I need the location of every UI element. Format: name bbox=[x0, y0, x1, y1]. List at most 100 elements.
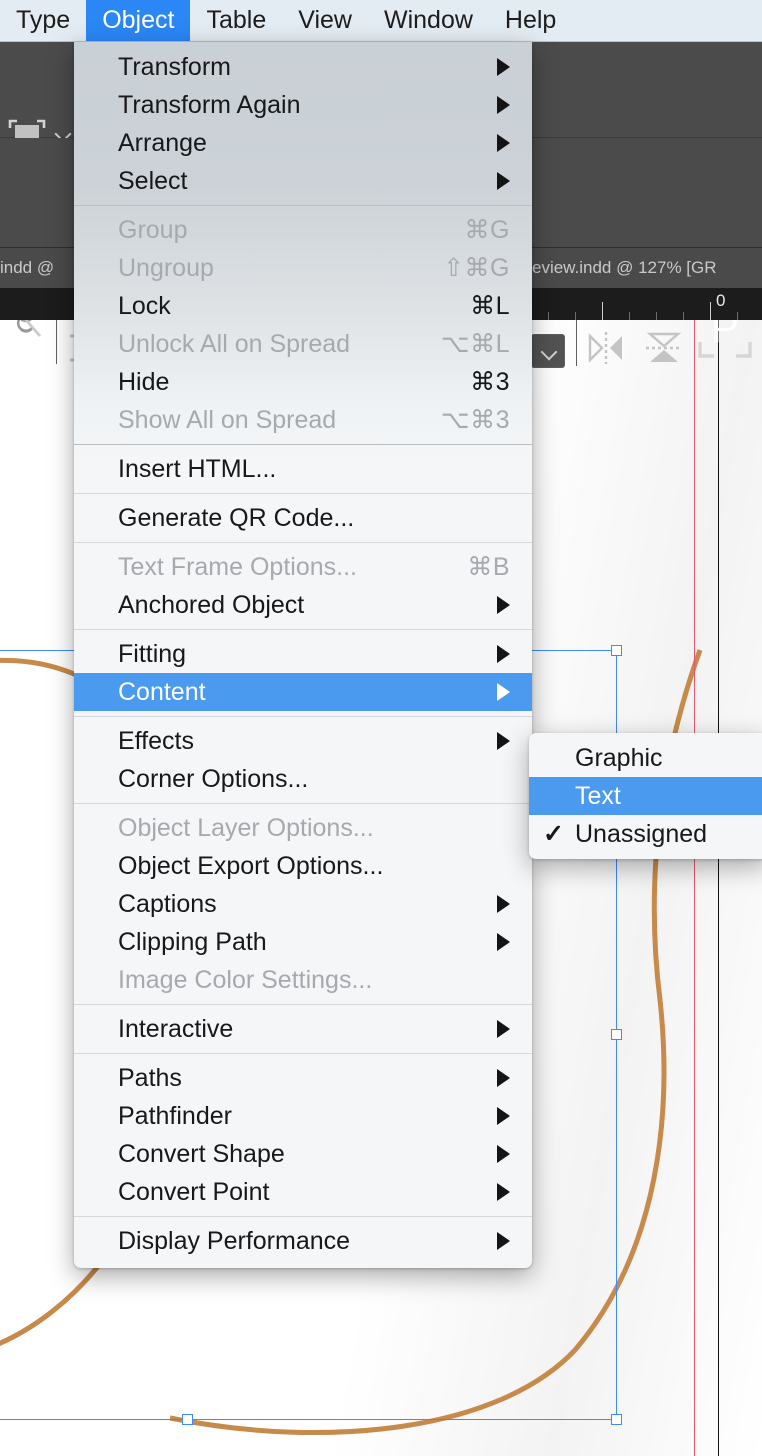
menu-item-group: Group⌘G bbox=[74, 211, 532, 249]
menu-item-label: Ungroup bbox=[118, 254, 214, 283]
submenu-arrow-icon bbox=[497, 596, 510, 614]
menu-item-anchored-object[interactable]: Anchored Object bbox=[74, 586, 532, 624]
menu-item-ungroup: Ungroup ⇧⌘G bbox=[74, 249, 532, 287]
menu-item-label: Pathfinder bbox=[118, 1102, 232, 1131]
menu-separator bbox=[74, 205, 532, 206]
menu-item-label: Select bbox=[118, 167, 187, 196]
menu-item-label: Effects bbox=[118, 727, 194, 756]
menu-item-fitting[interactable]: Fitting bbox=[74, 635, 532, 673]
stroke-style-dropdown[interactable] bbox=[531, 334, 565, 368]
indesign-window: P indd @ eview.indd @ 127% [GR 0 TypeObj… bbox=[0, 0, 762, 1456]
chevron-down-icon bbox=[540, 342, 558, 360]
menubar-item-view[interactable]: View bbox=[282, 0, 368, 41]
menu-item-image-color-settings: Image Color Settings... bbox=[74, 961, 532, 999]
menu-item-label: Transform bbox=[118, 53, 231, 82]
menu-item-select[interactable]: Select bbox=[74, 162, 532, 200]
submenu-item-unassigned[interactable]: ✓Unassigned bbox=[529, 815, 762, 853]
menu-item-object-layer-options: Object Layer Options... bbox=[74, 809, 532, 847]
menu-item-paths[interactable]: Paths bbox=[74, 1059, 532, 1097]
menu-item-label: Paths bbox=[118, 1064, 182, 1093]
menu-item-display-performance[interactable]: Display Performance bbox=[74, 1222, 532, 1260]
menubar-item-type[interactable]: Type bbox=[0, 0, 86, 41]
submenu-arrow-icon bbox=[497, 683, 510, 701]
submenu-arrow-icon bbox=[497, 96, 510, 114]
menu-item-shortcut: ⌘3 bbox=[470, 367, 510, 397]
menu-item-label: Convert Shape bbox=[118, 1140, 285, 1169]
menu-item-arrange[interactable]: Arrange bbox=[74, 124, 532, 162]
menu-item-text-frame-options: Text Frame Options... ⌘B bbox=[74, 548, 532, 586]
menu-item-label: Interactive bbox=[118, 1015, 233, 1044]
document-tab-2[interactable]: eview.indd @ 127% [GR bbox=[530, 248, 762, 288]
selection-handle-top-right[interactable] bbox=[611, 645, 622, 656]
menu-item-insert-html[interactable]: Insert HTML... bbox=[74, 450, 532, 488]
submenu-arrow-icon bbox=[497, 1183, 510, 1201]
submenu-arrow-icon bbox=[497, 933, 510, 951]
selection-handle-middle-right[interactable] bbox=[611, 1029, 622, 1040]
menubar-item-object[interactable]: Object bbox=[86, 0, 190, 41]
menu-bar: TypeObjectTableViewWindowHelp bbox=[0, 0, 762, 42]
menu-item-label: Fitting bbox=[118, 640, 186, 669]
submenu-arrow-icon bbox=[497, 645, 510, 663]
menu-item-content[interactable]: Content bbox=[74, 673, 532, 711]
menu-item-captions[interactable]: Captions bbox=[74, 885, 532, 923]
menu-item-hide[interactable]: Hide⌘3 bbox=[74, 363, 532, 401]
menu-separator bbox=[74, 1216, 532, 1217]
submenu-arrow-icon bbox=[497, 895, 510, 913]
menu-item-show-all-on-spread: Show All on Spread ⌥⌘3 bbox=[74, 401, 532, 439]
menu-item-clipping-path[interactable]: Clipping Path bbox=[74, 923, 532, 961]
selection-handle-bottom-center[interactable] bbox=[182, 1414, 193, 1425]
menu-item-effects[interactable]: Effects bbox=[74, 722, 532, 760]
menu-item-label: Captions bbox=[118, 890, 217, 919]
menu-separator bbox=[74, 629, 532, 630]
menu-item-label: Arrange bbox=[118, 129, 207, 158]
submenu-arrow-icon bbox=[497, 1020, 510, 1038]
menu-separator bbox=[74, 1004, 532, 1005]
menu-separator bbox=[74, 444, 532, 445]
menu-item-interactive[interactable]: Interactive bbox=[74, 1010, 532, 1048]
menu-separator bbox=[74, 803, 532, 804]
menu-item-shortcut: ⌘L bbox=[470, 291, 510, 321]
menu-item-shortcut: ⌘B bbox=[467, 552, 510, 582]
submenu-arrow-icon bbox=[497, 732, 510, 750]
menu-item-label: Display Performance bbox=[118, 1227, 350, 1256]
menu-item-transform[interactable]: Transform bbox=[74, 48, 532, 86]
submenu-arrow-icon bbox=[497, 1069, 510, 1087]
menu-item-transform-again[interactable]: Transform Again bbox=[74, 86, 532, 124]
menu-item-shortcut: ⇧⌘G bbox=[443, 253, 510, 283]
menu-item-generate-qr-code[interactable]: Generate QR Code... bbox=[74, 499, 532, 537]
menu-separator bbox=[74, 716, 532, 717]
menu-item-object-export-options[interactable]: Object Export Options... bbox=[74, 847, 532, 885]
menu-item-convert-point[interactable]: Convert Point bbox=[74, 1173, 532, 1211]
menu-item-label: Clipping Path bbox=[118, 928, 267, 957]
menu-item-label: Image Color Settings... bbox=[118, 966, 372, 995]
menu-item-corner-options[interactable]: Corner Options... bbox=[74, 760, 532, 798]
submenu-item-text[interactable]: Text bbox=[529, 777, 762, 815]
menu-item-label: Lock bbox=[118, 292, 171, 321]
submenu-arrow-icon bbox=[497, 134, 510, 152]
menu-item-label: Text Frame Options... bbox=[118, 553, 357, 582]
menu-item-convert-shape[interactable]: Convert Shape bbox=[74, 1135, 532, 1173]
content-submenu[interactable]: GraphicText✓Unassigned bbox=[529, 733, 762, 859]
menu-separator bbox=[74, 542, 532, 543]
submenu-item-label: Unassigned bbox=[575, 820, 707, 849]
menu-item-lock[interactable]: Lock ⌘L bbox=[74, 287, 532, 325]
flip-horizontal-icon[interactable] bbox=[586, 330, 626, 366]
submenu-arrow-icon bbox=[497, 1232, 510, 1250]
ruler-zero-label: 0 bbox=[716, 291, 725, 311]
menu-item-label: Object Layer Options... bbox=[118, 814, 374, 843]
menubar-item-window[interactable]: Window bbox=[368, 0, 489, 41]
menubar-item-help[interactable]: Help bbox=[489, 0, 572, 41]
page-edge-line bbox=[718, 320, 719, 1456]
menu-item-pathfinder[interactable]: Pathfinder bbox=[74, 1097, 532, 1135]
selection-handle-bottom-right[interactable] bbox=[611, 1414, 622, 1425]
menu-item-label: Show All on Spread bbox=[118, 406, 336, 435]
object-menu[interactable]: Transform Transform Again Arrange Select Gro… bbox=[74, 42, 532, 1268]
flip-vertical-icon[interactable] bbox=[644, 330, 684, 366]
menu-item-label: Content bbox=[118, 678, 206, 707]
menu-item-shortcut: ⌥⌘3 bbox=[441, 405, 510, 435]
menubar-item-table[interactable]: Table bbox=[190, 0, 282, 41]
submenu-arrow-icon bbox=[497, 58, 510, 76]
menu-item-label: Unlock All on Spread bbox=[118, 330, 350, 359]
menu-item-shortcut: ⌥⌘L bbox=[441, 329, 510, 359]
submenu-item-graphic[interactable]: Graphic bbox=[529, 739, 762, 777]
